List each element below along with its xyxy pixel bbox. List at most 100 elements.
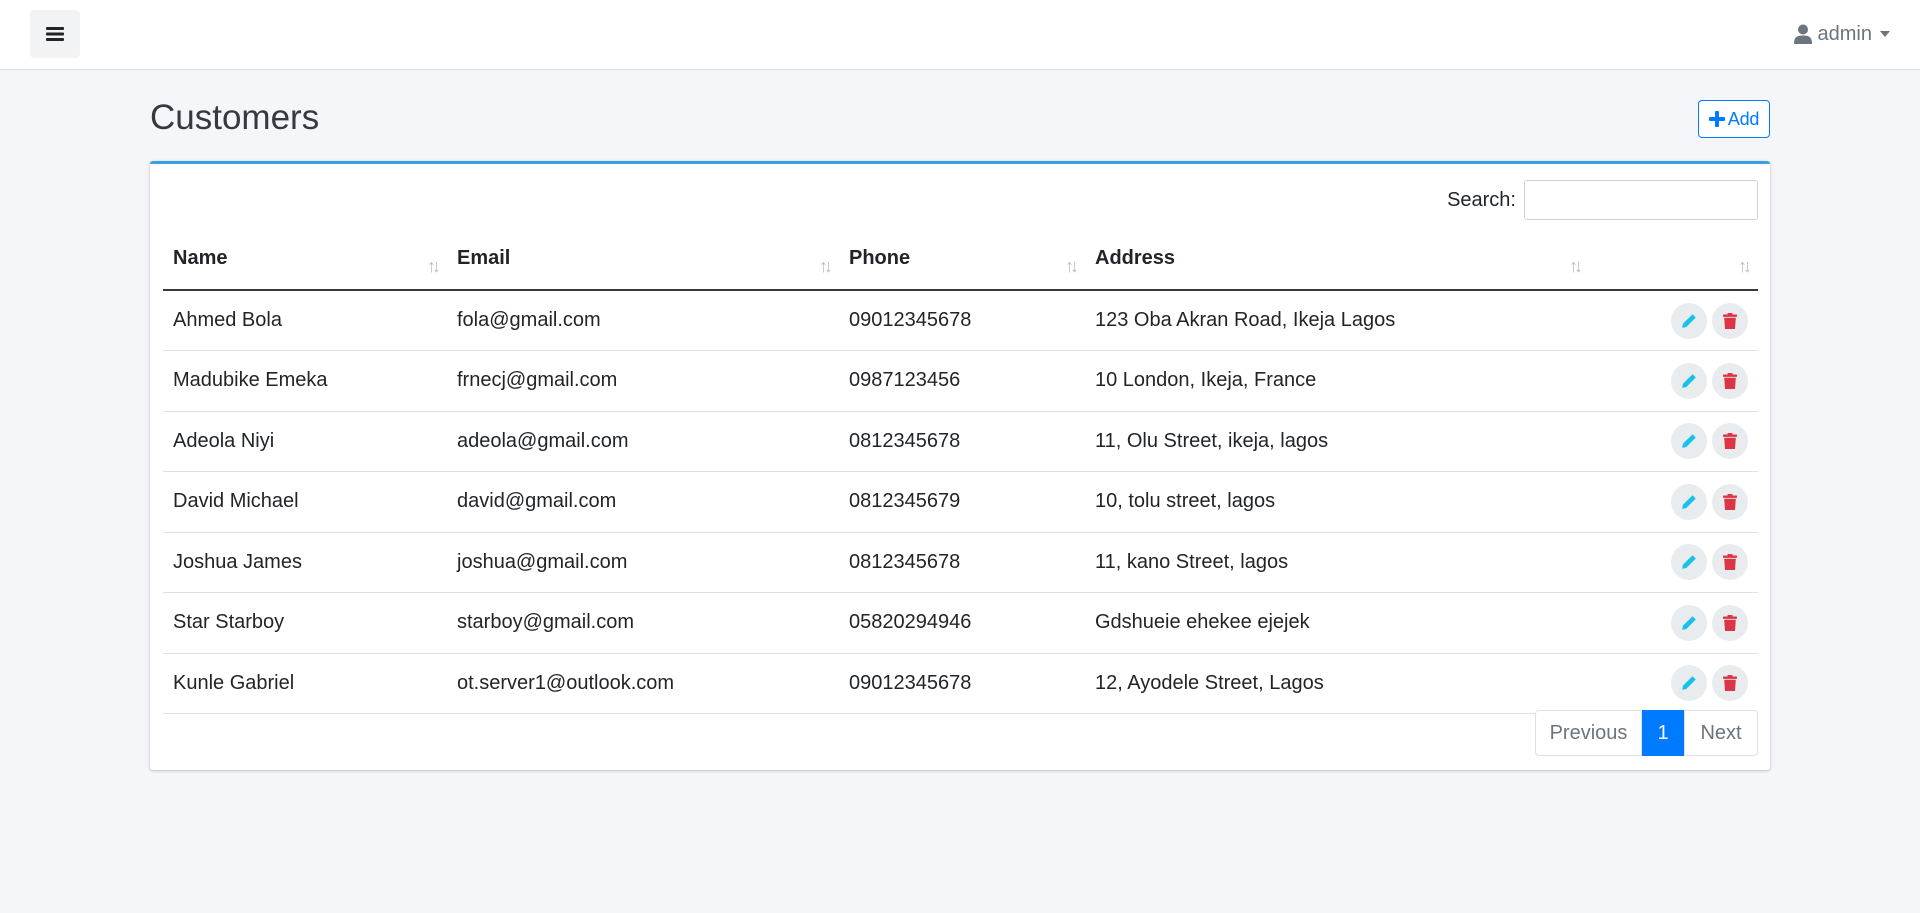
row-actions	[1599, 665, 1748, 702]
delete-button[interactable]	[1712, 665, 1748, 702]
sort-icon: ↑↓	[1738, 256, 1752, 276]
delete-button[interactable]	[1712, 423, 1748, 460]
cell-address: 10 London, Ikeja, France	[1085, 350, 1589, 412]
pencil-icon	[1682, 494, 1696, 509]
cell-actions	[1589, 653, 1758, 714]
header-label: Phone	[849, 247, 911, 269]
table-row: Kunle Gabriel ot.server1@outlook.com 09012…	[163, 653, 1758, 714]
cell-phone: 09012345678	[839, 290, 1085, 351]
row-actions	[1599, 423, 1748, 460]
table-row: Adeola Niyi adeola@gmail.com 0812345678 11,…	[163, 411, 1758, 472]
add-customer-button[interactable]: Add	[1698, 100, 1770, 138]
trash-icon	[1723, 433, 1737, 450]
edit-button[interactable]	[1671, 604, 1707, 641]
page-title: Customers	[150, 98, 320, 137]
row-actions	[1599, 362, 1748, 399]
cell-address: 12, Ayodele Street, Lagos	[1085, 653, 1589, 714]
row-actions	[1599, 604, 1748, 641]
user-dropdown[interactable]: admin	[1793, 20, 1890, 48]
column-header-email[interactable]: Email ↑↓	[447, 228, 839, 291]
cell-name: Adeola Niyi	[163, 411, 447, 472]
cell-email: david@gmail.com	[447, 471, 839, 533]
cell-actions	[1589, 471, 1758, 533]
cell-address: 123 Oba Akran Road, Ikeja Lagos	[1085, 290, 1589, 351]
cell-actions	[1589, 532, 1758, 593]
row-actions	[1599, 302, 1748, 339]
column-header-phone[interactable]: Phone ↑↓	[839, 228, 1085, 291]
top-navbar: admin	[0, 0, 1920, 70]
customers-table: Name ↑↓ Email ↑↓ Phone ↑↓ Address ↑↓ ↑↓ …	[163, 228, 1758, 714]
next-page-button[interactable]: Next	[1684, 710, 1758, 756]
header-label: Name	[173, 247, 228, 269]
delete-button[interactable]	[1712, 544, 1748, 581]
cell-email: frnecj@gmail.com	[447, 350, 839, 412]
trash-icon	[1723, 614, 1737, 631]
cell-phone: 05820294946	[839, 592, 1085, 654]
delete-button[interactable]	[1712, 483, 1748, 520]
cell-name: David Michael	[163, 471, 447, 533]
cell-name: Madubike Emeka	[163, 350, 447, 412]
column-header-actions[interactable]: ↑↓	[1589, 228, 1758, 291]
trash-icon	[1723, 493, 1737, 510]
search-input[interactable]	[1524, 180, 1758, 220]
cell-phone: 0812345679	[839, 471, 1085, 533]
edit-button[interactable]	[1671, 483, 1707, 520]
edit-button[interactable]	[1671, 302, 1707, 339]
row-actions	[1599, 483, 1748, 520]
cell-name: Joshua James	[163, 532, 447, 593]
edit-button[interactable]	[1671, 423, 1707, 460]
page-1-button[interactable]: 1	[1642, 710, 1684, 756]
table-header-row: Name ↑↓ Email ↑↓ Phone ↑↓ Address ↑↓ ↑↓	[163, 228, 1758, 291]
pencil-icon	[1682, 434, 1696, 449]
cell-address: 11, Olu Street, ikeja, lagos	[1085, 411, 1589, 472]
sort-icon: ↑↓	[1569, 256, 1583, 276]
row-actions	[1599, 544, 1748, 581]
bars-icon	[46, 27, 64, 41]
pencil-icon	[1682, 313, 1696, 328]
column-header-address[interactable]: Address ↑↓	[1085, 228, 1589, 291]
cell-actions	[1589, 411, 1758, 472]
cell-name: Ahmed Bola	[163, 290, 447, 351]
cell-phone: 0812345678	[839, 532, 1085, 593]
customers-card: Search: Name ↑↓ Email ↑↓ Phone ↑↓ Addres…	[150, 161, 1770, 770]
cell-address: Gdshueie ehekee ejejek	[1085, 592, 1589, 654]
column-header-name[interactable]: Name ↑↓	[163, 228, 447, 291]
sort-icon: ↑↓	[1065, 256, 1079, 276]
sort-icon: ↑↓	[819, 256, 833, 276]
delete-button[interactable]	[1712, 302, 1748, 339]
sidebar-toggle-button[interactable]	[30, 10, 80, 58]
cell-phone: 0812345678	[839, 411, 1085, 472]
table-row: Star Starboy starboy@gmail.com 05820294946…	[163, 592, 1758, 654]
cell-actions	[1589, 592, 1758, 654]
previous-page-button[interactable]: Previous	[1535, 710, 1642, 756]
cell-name: Kunle Gabriel	[163, 653, 447, 714]
pencil-icon	[1682, 555, 1696, 570]
pencil-icon	[1682, 676, 1696, 691]
pencil-icon	[1682, 373, 1696, 388]
add-label: Add	[1727, 108, 1760, 129]
cell-email: starboy@gmail.com	[447, 592, 839, 654]
trash-icon	[1723, 372, 1737, 389]
table-row: David Michael david@gmail.com 0812345679 10…	[163, 471, 1758, 533]
header-label: Email	[457, 247, 511, 269]
delete-button[interactable]	[1712, 362, 1748, 399]
cell-address: 11, kano Street, lagos	[1085, 532, 1589, 593]
trash-icon	[1723, 554, 1737, 571]
edit-button[interactable]	[1671, 362, 1707, 399]
trash-icon	[1723, 675, 1737, 692]
caret-down-icon	[1880, 31, 1890, 37]
trash-icon	[1723, 312, 1737, 329]
cell-actions	[1589, 290, 1758, 351]
user-icon	[1793, 24, 1812, 44]
search-label: Search:	[1447, 188, 1516, 211]
pagination: Previous 1 Next	[1535, 710, 1758, 756]
edit-button[interactable]	[1671, 665, 1707, 702]
cell-email: joshua@gmail.com	[447, 532, 839, 593]
cell-phone: 09012345678	[839, 653, 1085, 714]
cell-address: 10, tolu street, lagos	[1085, 471, 1589, 533]
cell-name: Star Starboy	[163, 592, 447, 654]
edit-button[interactable]	[1671, 544, 1707, 581]
table-row: Madubike Emeka frnecj@gmail.com 0987123456…	[163, 350, 1758, 412]
pencil-icon	[1682, 615, 1696, 630]
delete-button[interactable]	[1712, 604, 1748, 641]
